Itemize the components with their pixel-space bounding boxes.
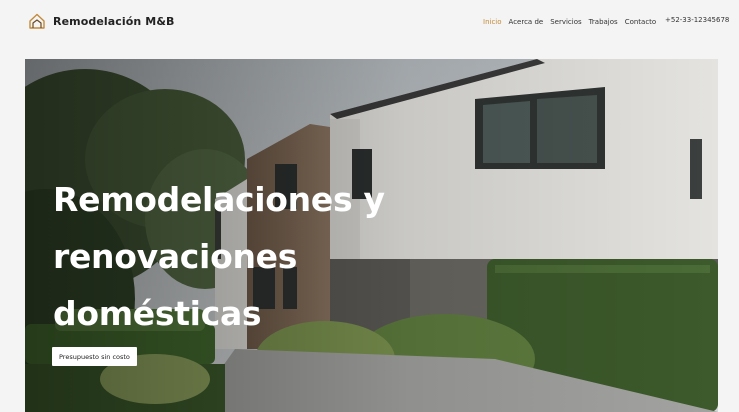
nav-link-inicio[interactable]: Inicio bbox=[483, 18, 502, 26]
hero-title-line: renovaciones bbox=[53, 237, 298, 276]
brand-name: Remodelación M&B bbox=[53, 14, 175, 28]
hero-section: Remodelaciones y renovaciones domésticas… bbox=[25, 59, 718, 412]
navbar: Remodelación M&B Inicio Acerca de Servic… bbox=[0, 0, 739, 42]
nav-link-contacto[interactable]: Contacto bbox=[625, 18, 657, 26]
hero-title-line: Remodelaciones y bbox=[53, 180, 385, 219]
brand-logo[interactable]: Remodelación M&B bbox=[28, 10, 175, 32]
nav-link-servicios[interactable]: Servicios bbox=[550, 18, 581, 26]
phone-number[interactable]: +52-33-12345678 bbox=[665, 16, 729, 24]
hero-title-line: domésticas bbox=[53, 294, 262, 333]
hero-title: Remodelaciones y renovaciones domésticas bbox=[53, 171, 413, 342]
free-quote-button[interactable]: Presupuesto sin costo bbox=[52, 347, 137, 366]
main-nav: Inicio Acerca de Servicios Trabajos Cont… bbox=[483, 16, 656, 28]
nav-link-acerca-de[interactable]: Acerca de bbox=[509, 18, 544, 26]
house-outline-icon bbox=[29, 13, 45, 29]
nav-link-trabajos[interactable]: Trabajos bbox=[589, 18, 618, 26]
